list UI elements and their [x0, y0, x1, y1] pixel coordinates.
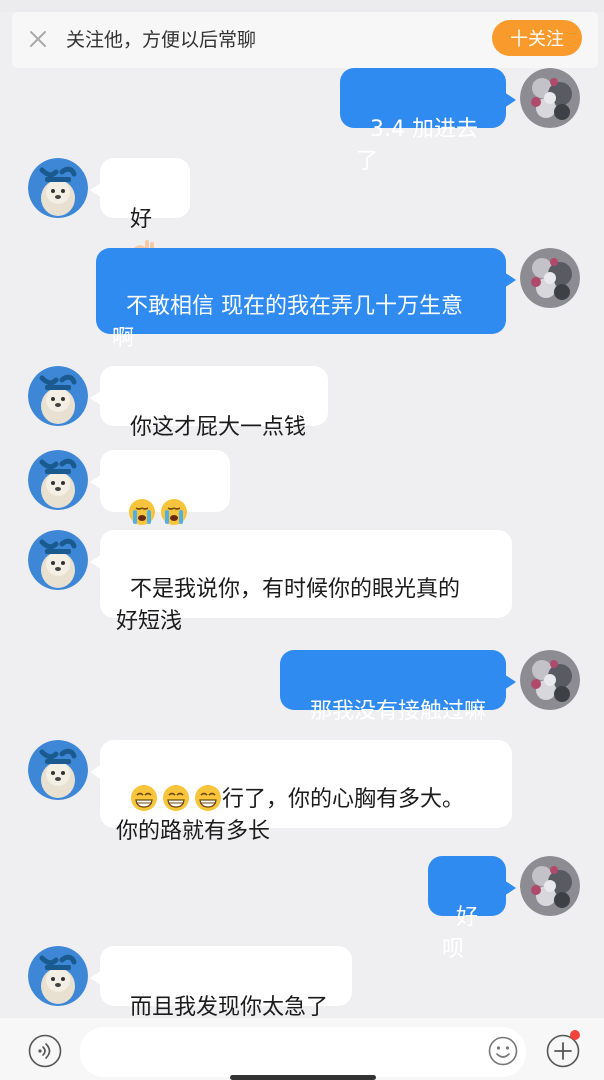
- message-bubble-outgoing[interactable]: 那我没有接触过嘛: [280, 650, 516, 724]
- message-bubble-incoming[interactable]: 而且我发现你太急了: [90, 946, 352, 1020]
- voice-icon[interactable]: [28, 1034, 62, 1068]
- my-avatar[interactable]: [520, 248, 580, 308]
- contact-avatar[interactable]: [28, 158, 88, 218]
- smile-icon[interactable]: [488, 1036, 518, 1066]
- message-text: 3.4 加进去了: [356, 117, 478, 174]
- message-bubble-incoming[interactable]: 你这才屁大一点钱: [90, 366, 328, 440]
- close-icon[interactable]: [26, 27, 50, 51]
- message-text: 不敢相信 现在的我在弄几十万生意 啊: [112, 294, 463, 351]
- message-bubble-outgoing[interactable]: 好呗: [428, 856, 516, 962]
- message-text: 好呗: [442, 905, 479, 962]
- message-text: 不是我说你，有时候你的眼光真的 好短浅: [116, 577, 461, 634]
- notification-dot: [570, 1030, 580, 1040]
- message-text: 你这才屁大一点钱: [130, 415, 307, 440]
- follow-prompt: 关注他，方便以后常聊: [66, 29, 257, 51]
- crying-face-emoji: [128, 498, 156, 526]
- message-bubble-outgoing[interactable]: 3.4 加进去了: [340, 68, 516, 174]
- contact-avatar[interactable]: [28, 946, 88, 1006]
- message-bubble-incoming[interactable]: 好: [90, 158, 190, 264]
- message-bubble-outgoing[interactable]: 不敢相信 现在的我在弄几十万生意 啊: [96, 248, 516, 351]
- follow-button[interactable]: 十关注: [492, 20, 582, 56]
- contact-avatar[interactable]: [28, 450, 88, 510]
- grinning-face-emoji: [194, 784, 222, 812]
- my-avatar[interactable]: [520, 856, 580, 916]
- crying-face-emoji: [160, 498, 188, 526]
- contact-avatar[interactable]: [28, 740, 88, 800]
- message-text: 而且我发现你太急了: [130, 995, 329, 1020]
- grinning-face-emoji: [162, 784, 190, 812]
- message-input[interactable]: [80, 1027, 526, 1077]
- message-bubble-incoming[interactable]: 行了，你的心胸有多大。 你的路就有多长: [90, 740, 512, 844]
- follow-button-label: 十关注: [510, 29, 564, 50]
- message-text: 好: [130, 207, 153, 232]
- my-avatar[interactable]: [520, 650, 580, 710]
- message-bubble-incoming[interactable]: [90, 450, 230, 558]
- top-gap: [0, 0, 604, 12]
- home-indicator: [230, 1075, 376, 1080]
- contact-avatar[interactable]: [28, 366, 88, 426]
- contact-avatar[interactable]: [28, 530, 88, 590]
- grinning-face-emoji: [130, 784, 158, 812]
- message-text: 那我没有接触过嘛: [310, 699, 487, 724]
- message-bubble-incoming[interactable]: 不是我说你，有时候你的眼光真的 好短浅: [90, 530, 512, 634]
- my-avatar[interactable]: [520, 68, 580, 128]
